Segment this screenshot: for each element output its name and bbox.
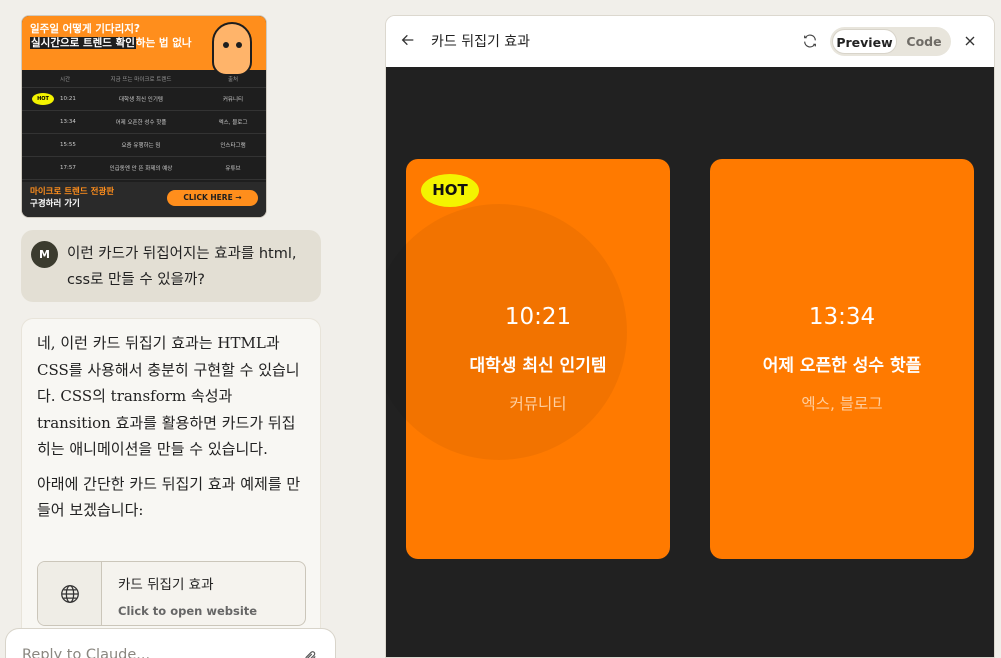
thumbnail-table: 시간 지금 뜨는 마이크로 트렌드 출처 HOT 10:21 대학생 최신 인기… <box>22 70 266 180</box>
hot-badge-mini: HOT <box>32 93 54 105</box>
artifact-title: 카드 뒤집기 효과 <box>118 577 214 593</box>
thumbnail-header: 일주일 어떻게 기다리지? 실시간으로 트렌드 확인하는 법 없나 <box>22 16 266 76</box>
card-title: 어제 오픈한 성수 핫플 <box>762 356 922 376</box>
user-message-bubble: M 이런 카드가 뒤집어지는 효과를 html, css로 만들 수 있을까? <box>21 230 321 302</box>
row-topic: 어제 오픈한 성수 핫플 <box>115 120 167 126</box>
assistant-paragraph: 아래에 간단한 카드 뒤집기 효과 예제를 만들어 보겠습니다: <box>37 474 301 520</box>
mascot-eye <box>236 42 242 48</box>
mascot-illustration <box>212 22 252 76</box>
close-icon[interactable] <box>962 33 978 53</box>
artifact-panel-header: 카드 뒤집기 효과 Preview Code <box>386 16 994 67</box>
table-row: 13:34 어제 오픈한 성수 핫플 엑스, 블로그 <box>22 111 266 134</box>
assistant-message-bubble: 네, 이런 카드 뒤집기 효과는 HTML과 CSS를 사용해서 충분히 구현할… <box>21 318 321 658</box>
card-source: 커뮤니티 <box>509 395 567 413</box>
row-topic: 요즘 유행하는 밈 <box>121 143 161 149</box>
reply-input[interactable]: Reply to Claude... <box>5 628 336 658</box>
row-source: 엑스, 블로그 <box>218 120 248 126</box>
refresh-icon[interactable] <box>802 33 818 53</box>
row-source: 커뮤니티 <box>222 97 244 103</box>
artifact-subtitle: Click to open website <box>118 604 258 618</box>
row-topic: 인급동엔 안 뜬 화제의 예상 <box>109 166 173 172</box>
thumbnail-table-header: 시간 지금 뜨는 마이크로 트렌드 출처 <box>22 70 266 88</box>
user-message-text: 이런 카드가 뒤집어지는 효과를 html, css로 만들 수 있을까? <box>67 246 297 288</box>
assistant-paragraph: 네, 이런 카드 뒤집기 효과는 HTML과 CSS를 사용해서 충분히 구현할… <box>37 334 300 458</box>
watermark-circle <box>386 204 627 460</box>
preview-area: HOT 10:21 대학생 최신 인기템 커뮤니티 13:34 어제 오픈한 성… <box>386 67 994 657</box>
header-time: 시간 <box>60 76 71 83</box>
row-time: 13:34 <box>60 119 76 125</box>
card-source: 엑스, 블로그 <box>801 395 883 413</box>
row-time: 17:57 <box>60 165 76 171</box>
artifact-panel: 카드 뒤집기 효과 Preview Code HOT 10:21 대학생 최신 … <box>385 15 995 658</box>
attached-image-thumbnail[interactable]: 일주일 어떻게 기다리지? 실시간으로 트렌드 확인하는 법 없나 시간 지금 … <box>21 15 267 218</box>
card-title: 대학생 최신 인기템 <box>469 356 607 376</box>
avatar: M <box>31 241 58 268</box>
card-time: 13:34 <box>808 304 876 330</box>
header-topic: 지금 뜨는 마이크로 트렌드 <box>110 76 172 83</box>
thumbnail-cta-button: CLICK HERE → <box>167 190 258 206</box>
row-time: 15:55 <box>60 142 76 148</box>
thumbnail-headline-highlight: 실시간으로 트렌드 확인 <box>30 37 136 49</box>
thumbnail-footer: 마이크로 트렌드 전광판 구경하러 가기 CLICK HERE → <box>22 182 266 217</box>
hot-badge: HOT <box>421 174 479 207</box>
table-row: 15:55 요즘 유행하는 밈 인스타그램 <box>22 134 266 157</box>
header-source: 출처 <box>227 76 239 83</box>
tab-preview[interactable]: Preview <box>832 29 897 54</box>
card-time: 10:21 <box>504 304 572 330</box>
tab-code[interactable]: Code <box>900 29 948 54</box>
preview-code-toggle: Preview Code <box>830 27 951 56</box>
thumbnail-headline-rest: 하는 법 없나 <box>135 37 192 49</box>
table-row: 17:57 인급동엔 안 뜬 화제의 예상 유튜브 <box>22 157 266 180</box>
flip-card[interactable]: 13:34 어제 오픈한 성수 핫플 엑스, 블로그 <box>710 159 974 559</box>
back-arrow-icon[interactable] <box>400 32 416 52</box>
row-source: 인스타그램 <box>220 143 246 149</box>
paperclip-icon[interactable] <box>303 649 317 658</box>
row-topic: 대학생 최신 인기템 <box>119 97 163 103</box>
table-row: HOT 10:21 대학생 최신 인기템 커뮤니티 <box>22 88 266 111</box>
artifact-panel-title: 카드 뒤집기 효과 <box>431 34 531 50</box>
artifact-card[interactable]: 카드 뒤집기 효과 Click to open website <box>37 561 306 626</box>
reply-placeholder: Reply to Claude... <box>22 647 151 658</box>
flip-card[interactable]: HOT 10:21 대학생 최신 인기템 커뮤니티 <box>386 159 670 559</box>
row-source: 유튜브 <box>225 166 241 172</box>
globe-icon <box>38 562 102 625</box>
mascot-eye <box>223 42 229 48</box>
